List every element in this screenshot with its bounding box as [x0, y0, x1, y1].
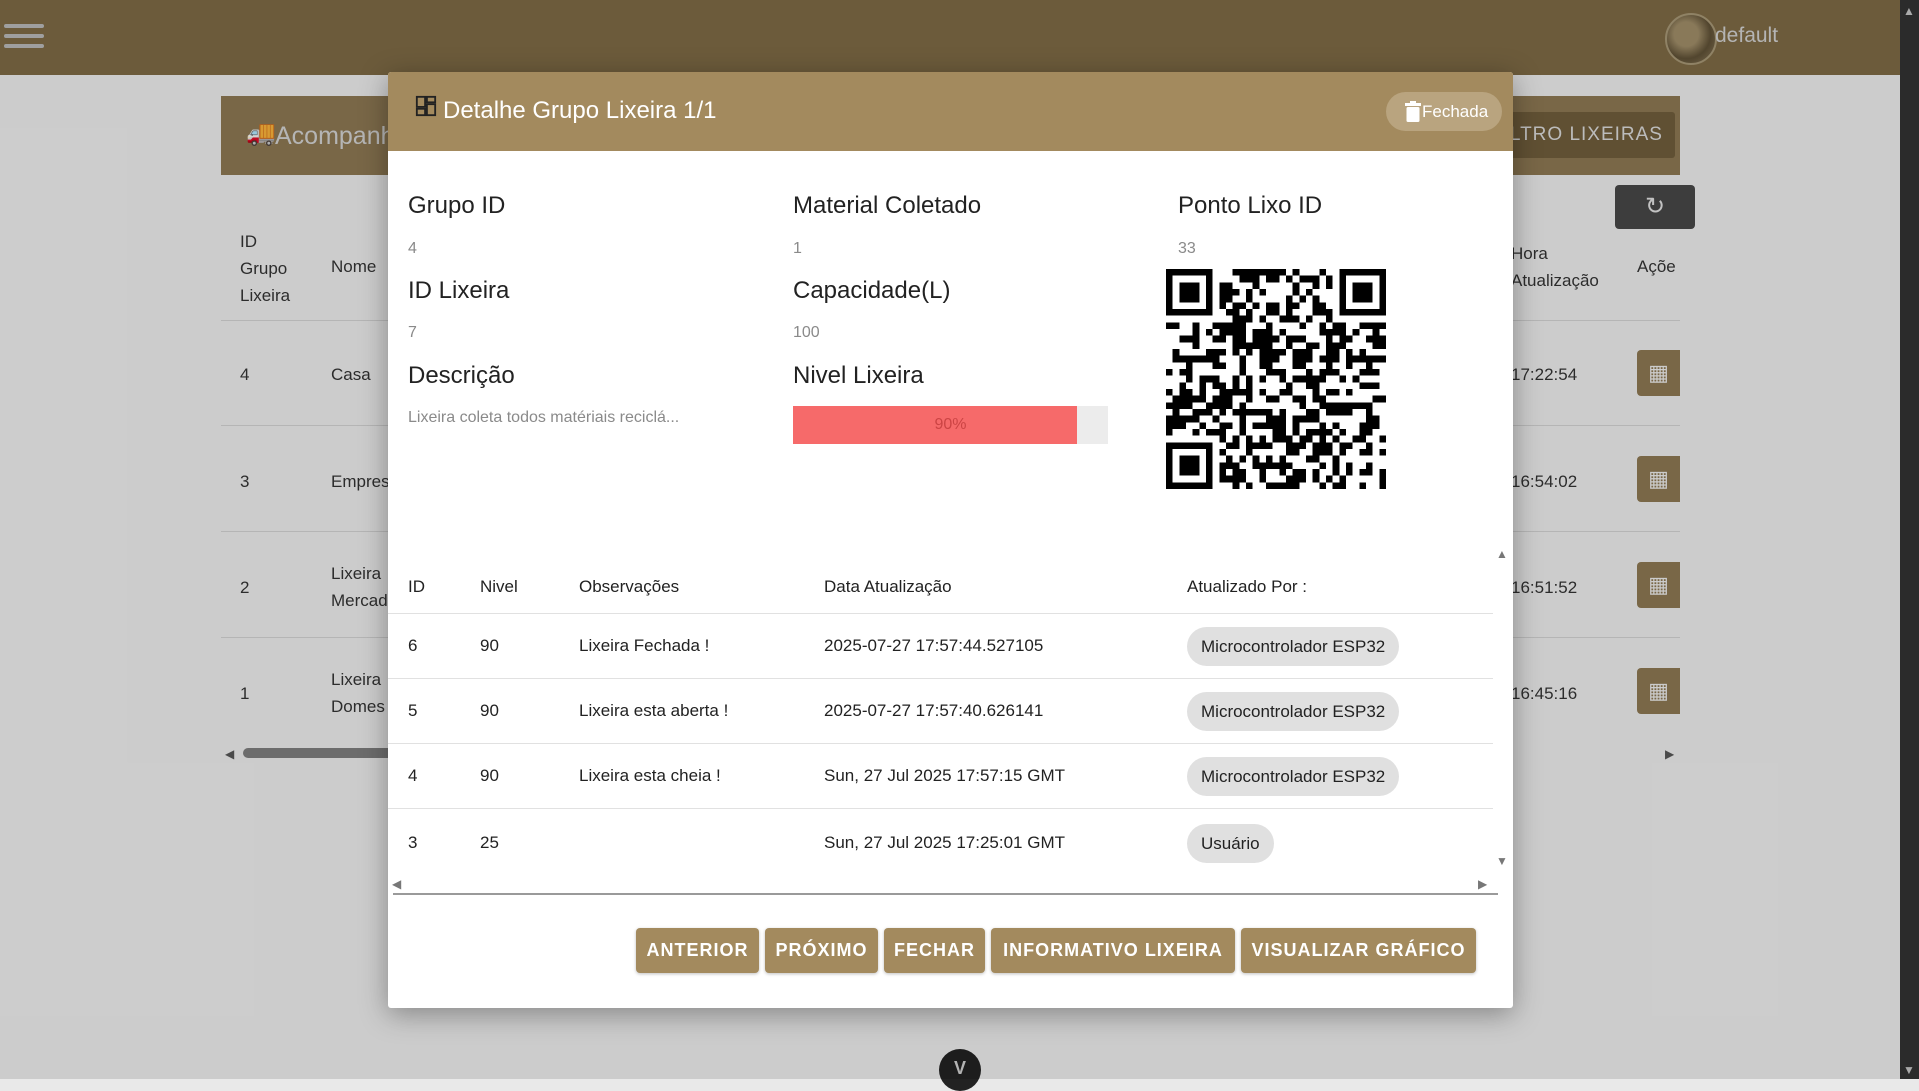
table-scroll-up-icon[interactable]: ▲ — [1496, 547, 1508, 561]
ponto-lixo-value: 33 — [1178, 240, 1196, 257]
fechar-button[interactable]: FECHAR — [884, 928, 985, 973]
hist-col-data: Data Atualização — [824, 577, 952, 596]
anterior-button[interactable]: ANTERIOR — [636, 928, 759, 973]
detail-modal: Detalhe Grupo Lixeira 1/1 Fechada Grupo … — [388, 72, 1513, 1008]
level-text: 90% — [934, 416, 967, 433]
ponto-lixo-label: Ponto Lixo ID — [1178, 192, 1323, 219]
history-table: ID Nivel Observações Data Atualização At… — [388, 547, 1493, 947]
id-lixeira-label: ID Lixeira — [408, 277, 510, 304]
table-scroll-left-icon[interactable]: ◀ — [392, 877, 401, 891]
grupo-id-label: Grupo ID — [408, 192, 506, 219]
table-row: 5 90 Lixeira esta aberta ! 2025-07-27 17… — [388, 678, 1493, 744]
table-row: 3 25 Sun, 27 Jul 2025 17:25:01 GMT Usuár… — [388, 808, 1493, 874]
grupo-id-value: 4 — [408, 240, 417, 257]
table-row: 4 90 Lixeira esta cheia ! Sun, 27 Jul 20… — [388, 743, 1493, 809]
trash-icon — [1405, 101, 1421, 122]
scroll-down-icon[interactable]: ▼ — [1903, 1063, 1915, 1077]
capacidade-value: 100 — [793, 324, 820, 341]
status-chip: Fechada — [1386, 92, 1503, 131]
descricao-value: Lixeira coleta todos matériais reciclá..… — [408, 409, 680, 426]
table-hscrollbar[interactable] — [393, 893, 1498, 895]
material-label: Material Coletado — [793, 192, 982, 219]
hist-col-nivel: Nivel — [480, 577, 518, 596]
id-lixeira-value: 7 — [408, 324, 417, 341]
hist-col-por: Atualizado Por : — [1187, 577, 1308, 596]
material-value: 1 — [793, 240, 802, 257]
updated-by-chip: Usuário — [1187, 824, 1274, 863]
updated-by-chip: Microcontrolador ESP32 — [1187, 692, 1400, 731]
table-scroll-right-icon[interactable]: ▶ — [1478, 877, 1487, 891]
modal-header: Detalhe Grupo Lixeira 1/1 Fechada — [388, 72, 1513, 151]
scroll-up-icon[interactable]: ▲ — [1903, 4, 1915, 18]
updated-by-chip: Microcontrolador ESP32 — [1187, 757, 1400, 796]
updated-by-chip: Microcontrolador ESP32 — [1187, 627, 1400, 666]
page-scrollbar[interactable] — [1900, 0, 1919, 1079]
hist-col-obs: Observações — [579, 577, 680, 596]
capacidade-label: Capacidade(L) — [793, 277, 951, 304]
dashboard-icon — [415, 95, 437, 117]
table-row: 6 90 Lixeira Fechada ! 2025-07-27 17:57:… — [388, 613, 1493, 679]
proximo-button[interactable]: PRÓXIMO — [765, 928, 878, 973]
level-progress-bar: 90% — [793, 406, 1108, 444]
qr-code-icon — [1166, 269, 1386, 489]
modal-title: Detalhe Grupo Lixeira 1/1 — [443, 97, 717, 124]
visualizar-grafico-button[interactable]: VISUALIZAR GRÁFICO — [1241, 928, 1476, 973]
table-scroll-down-icon[interactable]: ▼ — [1496, 854, 1508, 868]
hist-col-id: ID — [408, 577, 425, 596]
descricao-label: Descrição — [408, 362, 515, 389]
nivel-label: Nivel Lixeira — [793, 362, 924, 389]
informativo-lixeira-button[interactable]: INFORMATIVO LIXEIRA — [991, 928, 1235, 973]
